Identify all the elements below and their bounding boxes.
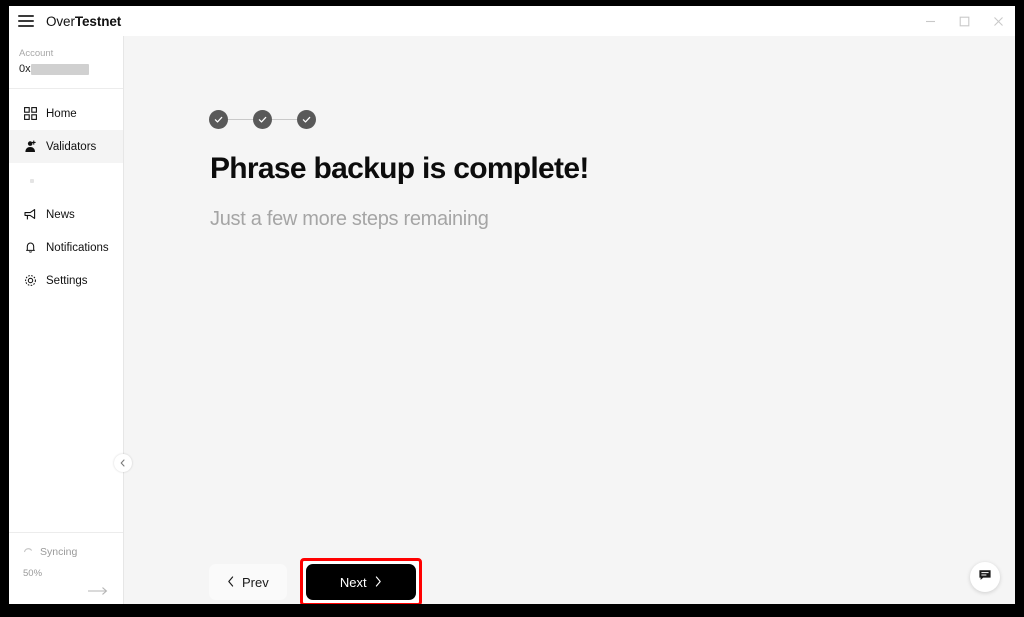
chevron-left-icon xyxy=(227,575,235,590)
chevron-right-icon xyxy=(374,575,382,590)
check-icon xyxy=(301,114,312,125)
chat-button[interactable] xyxy=(970,562,1000,592)
sidebar-item-label: Settings xyxy=(46,275,88,287)
sync-status-label: Syncing xyxy=(40,546,77,558)
sync-percent: 50% xyxy=(23,568,113,579)
sidebar-item-label: News xyxy=(46,209,75,221)
app-title: OverTestnet xyxy=(46,14,121,29)
page-title: Phrase backup is complete! xyxy=(210,152,589,186)
account-address-prefix: 0x xyxy=(19,63,31,75)
desktop-background: OverTestnet Account 0x xyxy=(0,0,1024,617)
account-address: 0x xyxy=(19,63,113,75)
app-window: OverTestnet Account 0x xyxy=(9,6,1015,604)
sidebar-nav: Home Validators xyxy=(9,89,123,297)
maximize-icon[interactable] xyxy=(947,6,981,36)
chevron-left-icon xyxy=(119,454,127,472)
step-indicator-2[interactable] xyxy=(253,110,272,129)
account-section[interactable]: Account 0x xyxy=(9,36,123,89)
prev-button[interactable]: Prev xyxy=(209,564,287,600)
sidebar: Account 0x xyxy=(9,36,124,604)
sync-status-section: Syncing 50% xyxy=(9,532,123,604)
check-icon xyxy=(213,114,224,125)
sync-status-row: Syncing xyxy=(23,543,113,561)
app-title-bold: Testnet xyxy=(75,14,121,29)
sidebar-item-label: Notifications xyxy=(46,242,109,254)
app-body: Account 0x xyxy=(9,36,1015,604)
sidebar-item-label: Validators xyxy=(46,141,96,153)
sidebar-item-home[interactable]: Home xyxy=(9,97,123,130)
validators-icon xyxy=(24,140,37,153)
wizard-actions: Prev Next xyxy=(209,558,422,604)
sidebar-collapse-button[interactable] xyxy=(114,454,132,472)
account-address-redacted xyxy=(31,64,89,75)
placeholder-dot-icon xyxy=(30,179,34,183)
bell-icon xyxy=(24,241,37,254)
next-button[interactable]: Next xyxy=(306,564,416,600)
sync-arrow-icon[interactable] xyxy=(23,586,113,596)
sidebar-item-label: Home xyxy=(46,108,77,120)
window-controls xyxy=(913,6,1015,36)
sidebar-item-notifications[interactable]: Notifications xyxy=(9,231,123,264)
next-button-label: Next xyxy=(340,575,367,590)
prev-button-label: Prev xyxy=(242,575,269,590)
sidebar-item-placeholder xyxy=(9,163,123,198)
onboarding-stepper xyxy=(209,110,316,129)
sidebar-item-settings[interactable]: Settings xyxy=(9,264,123,297)
megaphone-icon xyxy=(24,208,37,221)
sidebar-item-news[interactable]: News xyxy=(9,198,123,231)
step-connector-1 xyxy=(228,119,253,120)
title-bar: OverTestnet xyxy=(9,6,1015,36)
sidebar-item-validators[interactable]: Validators xyxy=(9,130,123,163)
sidebar-spacer xyxy=(9,297,123,532)
minimize-icon[interactable] xyxy=(913,6,947,36)
account-label: Account xyxy=(19,48,113,59)
chat-icon xyxy=(978,568,992,587)
step-connector-2 xyxy=(272,119,297,120)
main-content: Phrase backup is complete! Just a few mo… xyxy=(124,36,1015,604)
check-icon xyxy=(257,114,268,125)
gear-icon xyxy=(24,274,37,287)
step-indicator-3[interactable] xyxy=(297,110,316,129)
close-icon[interactable] xyxy=(981,6,1015,36)
page-subtitle: Just a few more steps remaining xyxy=(210,208,489,231)
spinner-icon xyxy=(23,543,34,561)
next-button-highlight: Next xyxy=(300,558,422,604)
step-indicator-1[interactable] xyxy=(209,110,228,129)
hamburger-menu-icon[interactable] xyxy=(18,15,34,27)
grid-icon xyxy=(24,107,37,120)
app-title-regular: Over xyxy=(46,14,75,29)
